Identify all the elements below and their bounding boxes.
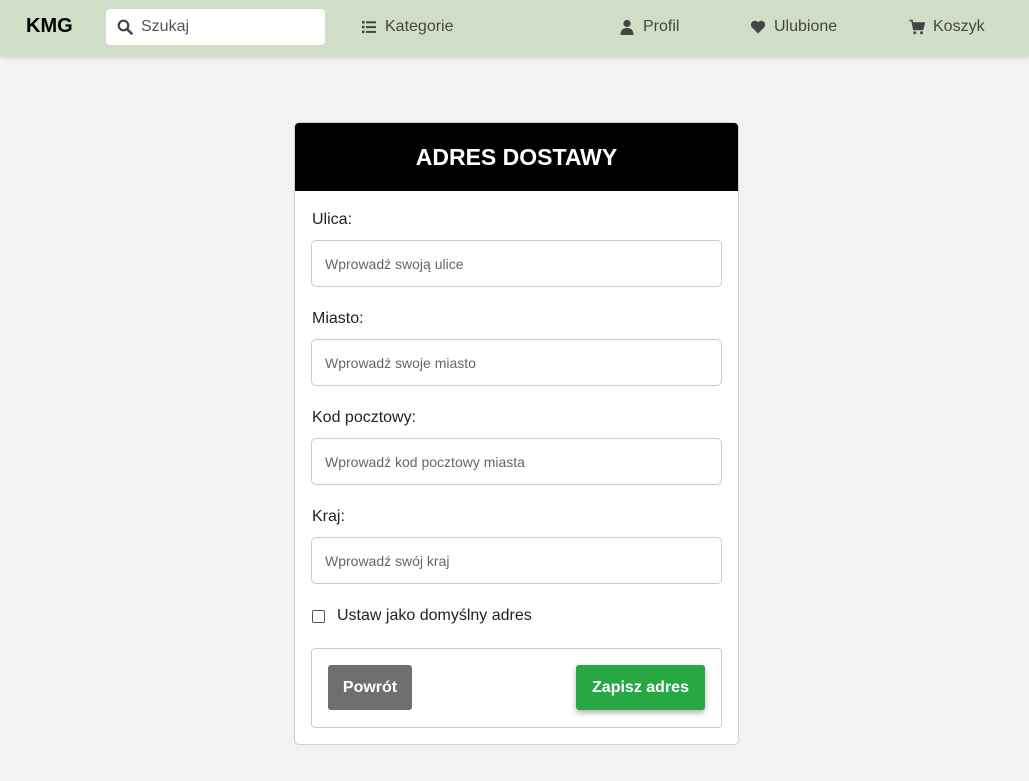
save-address-button[interactable]: Zapisz adres: [576, 665, 705, 710]
address-form-card: ADRES DOSTAWY Ulica: Miasto: Kod pocztow…: [294, 122, 739, 745]
top-navbar: KMG Kategorie Profil Ulubione: [0, 0, 1029, 56]
heart-icon: [750, 20, 766, 34]
nav-favorites-label: Ulubione: [774, 18, 838, 35]
form-actions: Powrót Zapisz adres: [311, 648, 722, 728]
street-input[interactable]: [311, 240, 722, 287]
brand-logo[interactable]: KMG: [26, 15, 73, 38]
nav-profile[interactable]: Profil: [619, 16, 679, 38]
city-label: Miasto:: [312, 310, 364, 327]
back-button[interactable]: Powrót: [328, 665, 412, 710]
nav-cart[interactable]: Koszyk: [909, 16, 985, 38]
default-address-checkbox[interactable]: [312, 609, 325, 623]
cart-icon: [909, 19, 925, 35]
postal-code-input[interactable]: [311, 438, 722, 485]
search-input[interactable]: [141, 18, 311, 36]
street-label: Ulica:: [312, 211, 353, 228]
nav-categories[interactable]: Kategorie: [361, 16, 454, 38]
search-box[interactable]: [106, 9, 325, 45]
nav-profile-label: Profil: [643, 18, 680, 35]
country-label: Kraj:: [312, 508, 345, 525]
form-title: ADRES DOSTAWY: [295, 123, 738, 191]
user-icon: [620, 19, 634, 35]
postal-code-label: Kod pocztowy:: [312, 409, 417, 426]
list-icon: [362, 21, 376, 34]
search-icon: [117, 19, 133, 35]
default-address-option[interactable]: Ustaw jako domyślny adres: [312, 607, 532, 625]
nav-categories-label: Kategorie: [385, 18, 454, 35]
nav-cart-label: Koszyk: [933, 18, 985, 35]
city-input[interactable]: [311, 339, 722, 386]
default-address-label: Ustaw jako domyślny adres: [337, 607, 532, 624]
nav-favorites[interactable]: Ulubione: [750, 16, 837, 38]
country-input[interactable]: [311, 537, 722, 584]
